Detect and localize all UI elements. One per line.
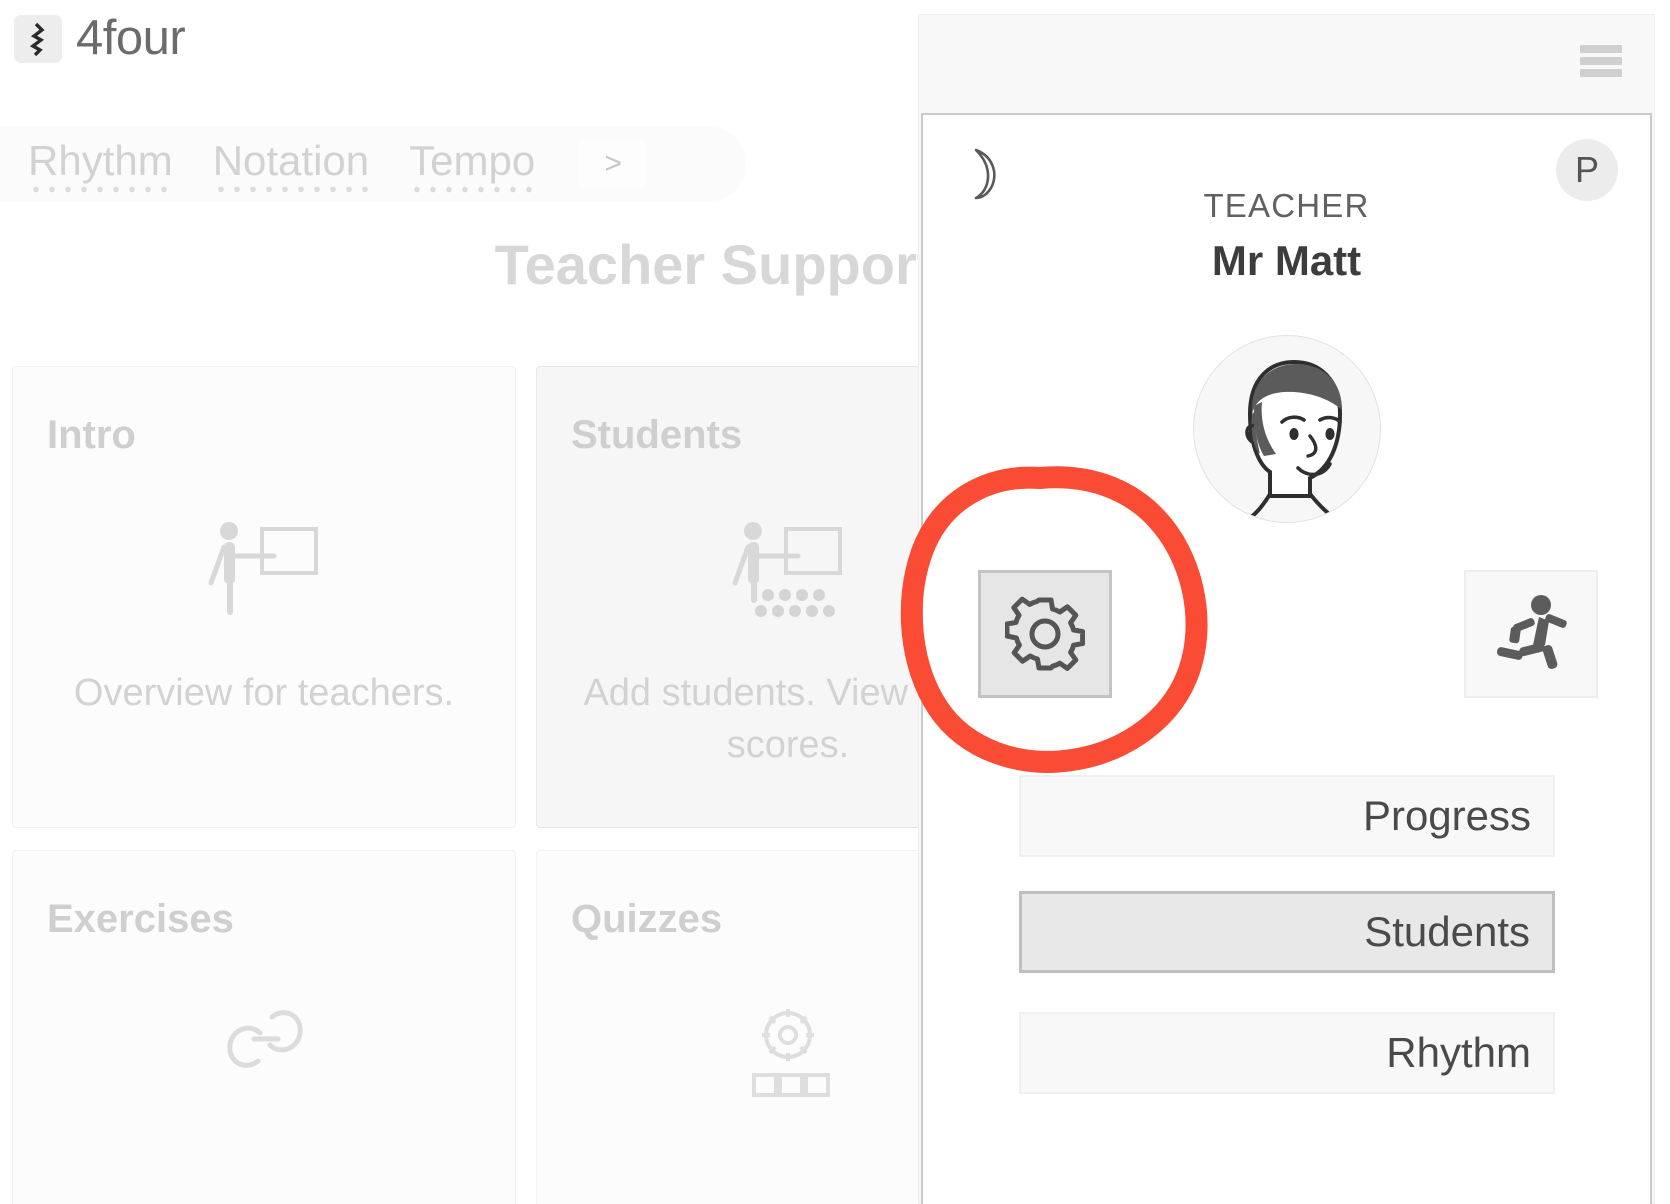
tab-rhythm[interactable]: Rhythm — [28, 140, 173, 194]
profile-panel: P TEACHER Mr Matt Progress Students Rhyt… — [918, 14, 1655, 1204]
menu-item-rhythm[interactable]: Rhythm — [1019, 1012, 1555, 1094]
hamburger-bar — [1580, 45, 1622, 53]
card-intro[interactable]: Intro Overview for teachers. — [12, 366, 516, 828]
gear-blocks-icon — [728, 999, 848, 1109]
avatar-initial: P — [1574, 149, 1599, 190]
hamburger-bar — [1580, 57, 1622, 65]
menu-item-label: Progress — [1362, 792, 1531, 839]
menu-item-progress[interactable]: Progress — [1019, 775, 1555, 857]
teacher-class-icon — [728, 515, 848, 625]
teacher-whiteboard-icon — [204, 515, 324, 625]
menu-item-students[interactable]: Students — [1019, 891, 1555, 973]
brand-name: 4four — [76, 11, 186, 65]
tab-tempo[interactable]: Tempo — [409, 140, 536, 194]
screen: 4four Rhythm Notation Tempo > Teacher Su… — [0, 0, 1670, 1204]
brand-header[interactable]: 4four — [14, 11, 186, 65]
menu-item-label: Students — [1364, 908, 1530, 955]
running-person-icon — [1489, 593, 1573, 675]
card-title: Exercises — [47, 897, 234, 941]
gear-icon — [1005, 594, 1085, 674]
tabs-next-button[interactable]: > — [579, 140, 648, 188]
user-name: Mr Matt — [1211, 237, 1362, 284]
tab-notation[interactable]: Notation — [212, 140, 370, 194]
card-description: Overview for teachers. — [73, 672, 455, 714]
card-exercises[interactable]: Exercises — [12, 850, 516, 1204]
menu-item-label: Rhythm — [1386, 1029, 1531, 1076]
hamburger-bar — [1580, 69, 1622, 77]
hamburger-icon[interactable] — [1580, 45, 1622, 77]
activity-button[interactable] — [1464, 570, 1598, 698]
nav-tabstrip: Rhythm Notation Tempo > — [0, 126, 746, 202]
settings-gear-button[interactable] — [978, 570, 1112, 698]
music-rest-icon — [14, 14, 62, 63]
chain-link-icon — [204, 999, 324, 1109]
role-label: TEACHER — [1203, 187, 1370, 224]
card-title: Intro — [47, 413, 136, 457]
panel-body: P TEACHER Mr Matt Progress Students Rhyt… — [921, 113, 1652, 1204]
panel-topbar — [919, 15, 1654, 113]
teacher-face-avatar — [1192, 335, 1381, 523]
